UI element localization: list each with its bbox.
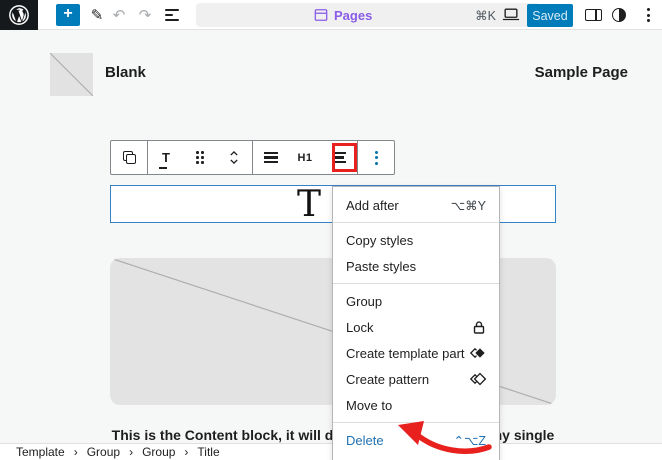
menu-item-delete[interactable]: Delete ⌃⌥Z bbox=[333, 427, 499, 453]
block-inserter-button[interactable]: + bbox=[56, 4, 80, 26]
menu-item-label: Copy styles bbox=[346, 233, 486, 248]
breadcrumb-group-1[interactable]: Group bbox=[87, 445, 120, 459]
styles-button[interactable] bbox=[608, 3, 630, 27]
menu-item-label: Paste styles bbox=[346, 259, 486, 274]
move-up-icon bbox=[230, 151, 238, 156]
wordpress-logo-icon bbox=[8, 4, 30, 26]
heading-level-button[interactable]: H1 bbox=[295, 146, 315, 170]
placeholder-diagonal bbox=[50, 53, 93, 96]
command-shortcut: ⌘K bbox=[475, 3, 496, 27]
wordpress-logo-button[interactable] bbox=[0, 0, 38, 30]
breadcrumb-separator: › bbox=[74, 445, 78, 459]
move-down-icon bbox=[230, 159, 238, 164]
sidebar-panel-icon bbox=[585, 9, 602, 21]
laptop-icon bbox=[502, 8, 520, 22]
breadcrumb-separator: › bbox=[184, 445, 188, 459]
menu-item-paste-styles[interactable]: Paste styles bbox=[333, 253, 499, 279]
styles-contrast-icon bbox=[612, 8, 626, 22]
menu-separator bbox=[333, 283, 499, 284]
menu-separator bbox=[333, 222, 499, 223]
kebab-icon bbox=[647, 8, 650, 22]
title-text: T bbox=[297, 185, 321, 225]
menu-item-add-after[interactable]: Add after ⌥⌘Y bbox=[333, 192, 499, 218]
menu-item-copy-styles[interactable]: Copy styles bbox=[333, 227, 499, 253]
breadcrumb-separator: › bbox=[129, 445, 133, 459]
editor-top-bar: + ✎ ↶ ↷ Pages ⌘K Saved bbox=[0, 0, 662, 30]
redo-icon[interactable]: ↷ bbox=[136, 3, 154, 27]
saved-button[interactable]: Saved bbox=[527, 4, 573, 27]
menu-item-label: Create template part bbox=[346, 346, 470, 361]
menu-separator bbox=[333, 422, 499, 423]
block-movers[interactable] bbox=[224, 146, 244, 170]
edit-mode-icon[interactable]: ✎ bbox=[88, 3, 106, 27]
menu-item-group[interactable]: Group bbox=[333, 288, 499, 314]
breadcrumb-group-2[interactable]: Group bbox=[142, 445, 175, 459]
menu-item-lock[interactable]: Lock bbox=[333, 314, 499, 340]
nav-link-sample-page[interactable]: Sample Page bbox=[535, 64, 628, 81]
menu-item-create-template-part[interactable]: Create template part bbox=[333, 340, 499, 366]
breadcrumb-title[interactable]: Title bbox=[197, 445, 219, 459]
align-bars-icon bbox=[264, 150, 278, 166]
options-kebab-icon bbox=[375, 151, 378, 165]
menu-item-label: Lock bbox=[346, 320, 472, 335]
drag-dots-icon bbox=[196, 151, 204, 164]
lock-icon bbox=[472, 320, 486, 335]
menu-item-create-pattern[interactable]: Create pattern bbox=[333, 366, 499, 392]
menu-item-shortcut: ⌥⌘Y bbox=[451, 198, 486, 213]
pattern-icon bbox=[470, 371, 486, 387]
settings-sidebar-toggle[interactable] bbox=[582, 3, 604, 27]
document-overview-icon[interactable] bbox=[162, 3, 182, 27]
menu-item-move-to[interactable]: Move to bbox=[333, 392, 499, 418]
menu-item-label: Create pattern bbox=[346, 372, 470, 387]
command-context: Pages bbox=[314, 3, 372, 27]
command-context-label: Pages bbox=[334, 8, 372, 23]
menu-item-shortcut: ⌃⌥Z bbox=[453, 433, 486, 448]
menu-item-label: Move to bbox=[346, 398, 486, 413]
title-block-type-button[interactable]: T bbox=[156, 146, 176, 170]
command-palette[interactable]: Pages ⌘K bbox=[196, 3, 540, 27]
align-text-button[interactable] bbox=[261, 146, 281, 170]
undo-icon[interactable]: ↶ bbox=[110, 3, 128, 27]
site-logo-placeholder[interactable] bbox=[50, 53, 93, 96]
template-part-icon bbox=[470, 345, 486, 361]
preview-icon[interactable] bbox=[500, 3, 522, 27]
block-options-button[interactable] bbox=[366, 146, 386, 170]
menu-item-label: Group bbox=[346, 294, 486, 309]
more-options-button[interactable] bbox=[638, 3, 658, 27]
pages-icon bbox=[314, 8, 328, 22]
menu-item-label: Delete bbox=[346, 433, 453, 448]
title-block-icon: T bbox=[159, 150, 173, 165]
breadcrumb-template[interactable]: Template bbox=[16, 445, 65, 459]
list-bars-icon bbox=[165, 9, 179, 21]
menu-item-label: Add after bbox=[346, 198, 451, 213]
select-parent-block-button[interactable] bbox=[119, 146, 139, 170]
annotation-highlight-box bbox=[332, 143, 357, 172]
parent-group-icon bbox=[123, 151, 136, 164]
site-editor: + ✎ ↶ ↷ Pages ⌘K Saved bbox=[0, 0, 662, 460]
block-breadcrumb: Template › Group › Group › Title bbox=[0, 443, 662, 460]
site-title[interactable]: Blank bbox=[105, 64, 146, 81]
block-options-menu: Add after ⌥⌘Y Copy styles Paste styles G… bbox=[332, 186, 500, 460]
drag-handle[interactable] bbox=[190, 146, 210, 170]
